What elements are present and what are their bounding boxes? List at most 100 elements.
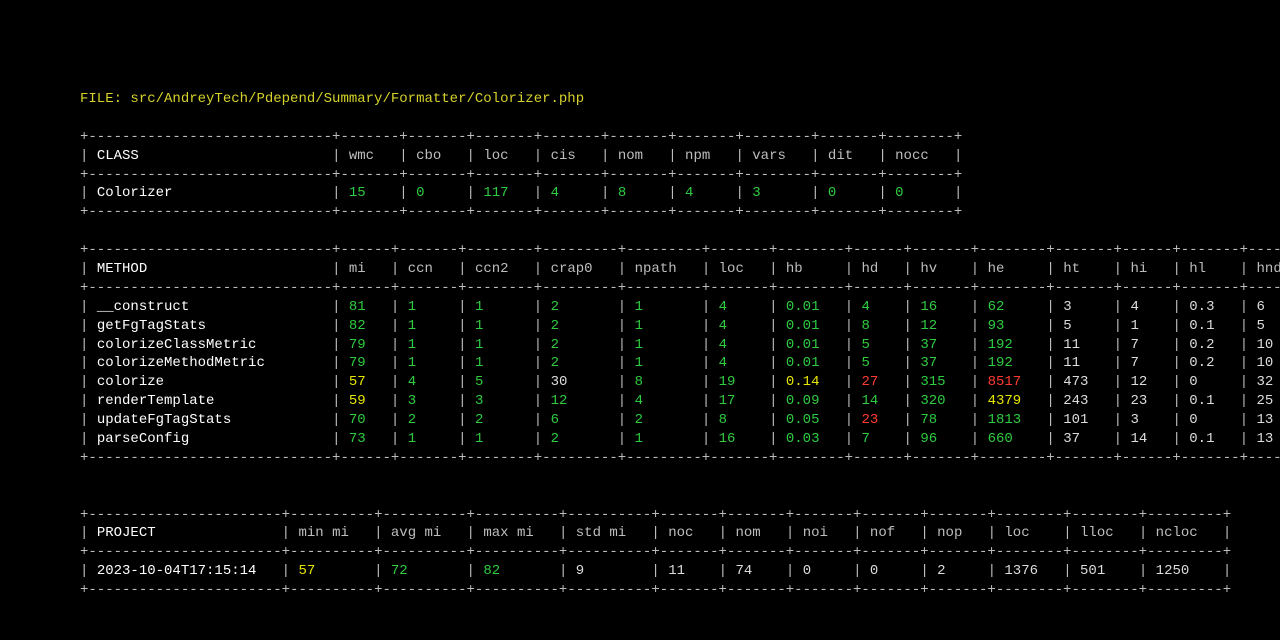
metric-value: 23 <box>1130 393 1164 409</box>
metric-value: 0 <box>870 563 912 579</box>
row-name: colorizeClassMetric <box>97 337 324 353</box>
metric-value: 1376 <box>1004 563 1054 579</box>
metric-value: 1 <box>1130 318 1164 334</box>
metric-value: 320 <box>920 393 962 409</box>
column-header: hd <box>862 261 896 277</box>
metric-value: 93 <box>988 318 1038 334</box>
metric-value: 1 <box>475 337 525 353</box>
metric-value: 79 <box>349 355 383 371</box>
metric-value: 1 <box>408 431 450 447</box>
metric-value: 27 <box>862 374 896 390</box>
row-name: Colorizer <box>97 185 324 201</box>
metric-value: 81 <box>349 299 383 315</box>
metric-value: 0 <box>828 185 870 201</box>
column-header: cis <box>551 148 593 164</box>
metric-value: 0.05 <box>786 412 836 428</box>
metric-value: 6 <box>1257 299 1280 315</box>
metric-value: 5 <box>862 355 896 371</box>
column-header: loc <box>483 148 525 164</box>
metric-value: 37 <box>920 337 962 353</box>
column-header: ht <box>1063 261 1105 277</box>
metric-value: 70 <box>349 412 383 428</box>
metric-value: 73 <box>349 431 383 447</box>
metric-value: 78 <box>920 412 962 428</box>
row-name: colorizeMethodMetric <box>97 355 324 371</box>
column-header: ncloc <box>1156 525 1215 541</box>
column-header: npm <box>685 148 727 164</box>
column-header: nom <box>618 148 660 164</box>
metric-value: 3 <box>475 393 525 409</box>
metric-value: 4 <box>862 299 896 315</box>
metric-value: 2 <box>635 412 694 428</box>
metric-value: 192 <box>988 355 1038 371</box>
metric-value: 37 <box>1063 431 1105 447</box>
metric-value: 3 <box>408 393 450 409</box>
row-name: __construct <box>97 299 324 315</box>
metric-value: 2 <box>937 563 979 579</box>
metric-value: 0 <box>803 563 845 579</box>
metric-value: 473 <box>1063 374 1105 390</box>
metric-value: 0.01 <box>786 355 836 371</box>
metric-value: 1 <box>408 337 450 353</box>
metric-value: 2 <box>475 412 525 428</box>
column-header: nop <box>937 525 979 541</box>
metric-value: 96 <box>920 431 962 447</box>
metric-value: 15 <box>349 185 391 201</box>
file-path: src/AndreyTech/Pdepend/Summary/Formatter… <box>130 91 584 107</box>
column-header: std mi <box>576 525 643 541</box>
metric-value: 1 <box>635 355 694 371</box>
metric-value: 0.01 <box>786 337 836 353</box>
metric-value: 501 <box>1080 563 1130 579</box>
metric-value: 12 <box>920 318 962 334</box>
metric-value: 23 <box>862 412 896 428</box>
metric-value: 117 <box>483 185 525 201</box>
metric-value: 1 <box>635 318 694 334</box>
metric-value: 0.2 <box>1189 355 1231 371</box>
metric-value: 0 <box>1189 374 1231 390</box>
metric-value: 0 <box>416 185 458 201</box>
metric-value: 2 <box>551 299 610 315</box>
metric-value: 4 <box>635 393 694 409</box>
metric-value: 12 <box>1130 374 1164 390</box>
metric-value: 315 <box>920 374 962 390</box>
metric-value: 62 <box>988 299 1038 315</box>
metric-value: 660 <box>988 431 1038 447</box>
metric-value: 5 <box>1063 318 1105 334</box>
row-name: colorize <box>97 374 324 390</box>
column-header: hi <box>1130 261 1164 277</box>
metric-value: 7 <box>1130 337 1164 353</box>
metric-value: 5 <box>475 374 525 390</box>
metric-value: 4 <box>551 185 593 201</box>
metric-value: 1 <box>408 318 450 334</box>
metric-value: 57 <box>298 563 365 579</box>
metric-value: 59 <box>349 393 383 409</box>
metric-value: 1 <box>408 355 450 371</box>
metric-value: 0.14 <box>786 374 836 390</box>
metric-value: 11 <box>1063 337 1105 353</box>
column-header: loc <box>719 261 761 277</box>
metric-value: 74 <box>735 563 777 579</box>
metric-value: 2 <box>551 355 610 371</box>
column-header: avg mi <box>391 525 458 541</box>
column-header: lloc <box>1080 525 1130 541</box>
metric-value: 9 <box>576 563 643 579</box>
column-header: nom <box>735 525 777 541</box>
metric-value: 243 <box>1063 393 1105 409</box>
metric-value: 1250 <box>1156 563 1215 579</box>
column-header: nocc <box>895 148 945 164</box>
metric-value: 8 <box>862 318 896 334</box>
metric-value: 0 <box>1189 412 1231 428</box>
column-header: nof <box>870 525 912 541</box>
metric-value: 1 <box>635 299 694 315</box>
column-header: hnd <box>1257 261 1280 277</box>
metric-value: 2 <box>408 412 450 428</box>
metric-value: 1 <box>475 355 525 371</box>
column-header: max mi <box>483 525 550 541</box>
table-title: CLASS <box>97 148 324 164</box>
metric-value: 1 <box>475 318 525 334</box>
metric-value: 3 <box>1063 299 1105 315</box>
metric-value: 32 <box>1257 374 1280 390</box>
metric-value: 5 <box>1257 318 1280 334</box>
metric-value: 57 <box>349 374 383 390</box>
metric-value: 1813 <box>988 412 1038 428</box>
